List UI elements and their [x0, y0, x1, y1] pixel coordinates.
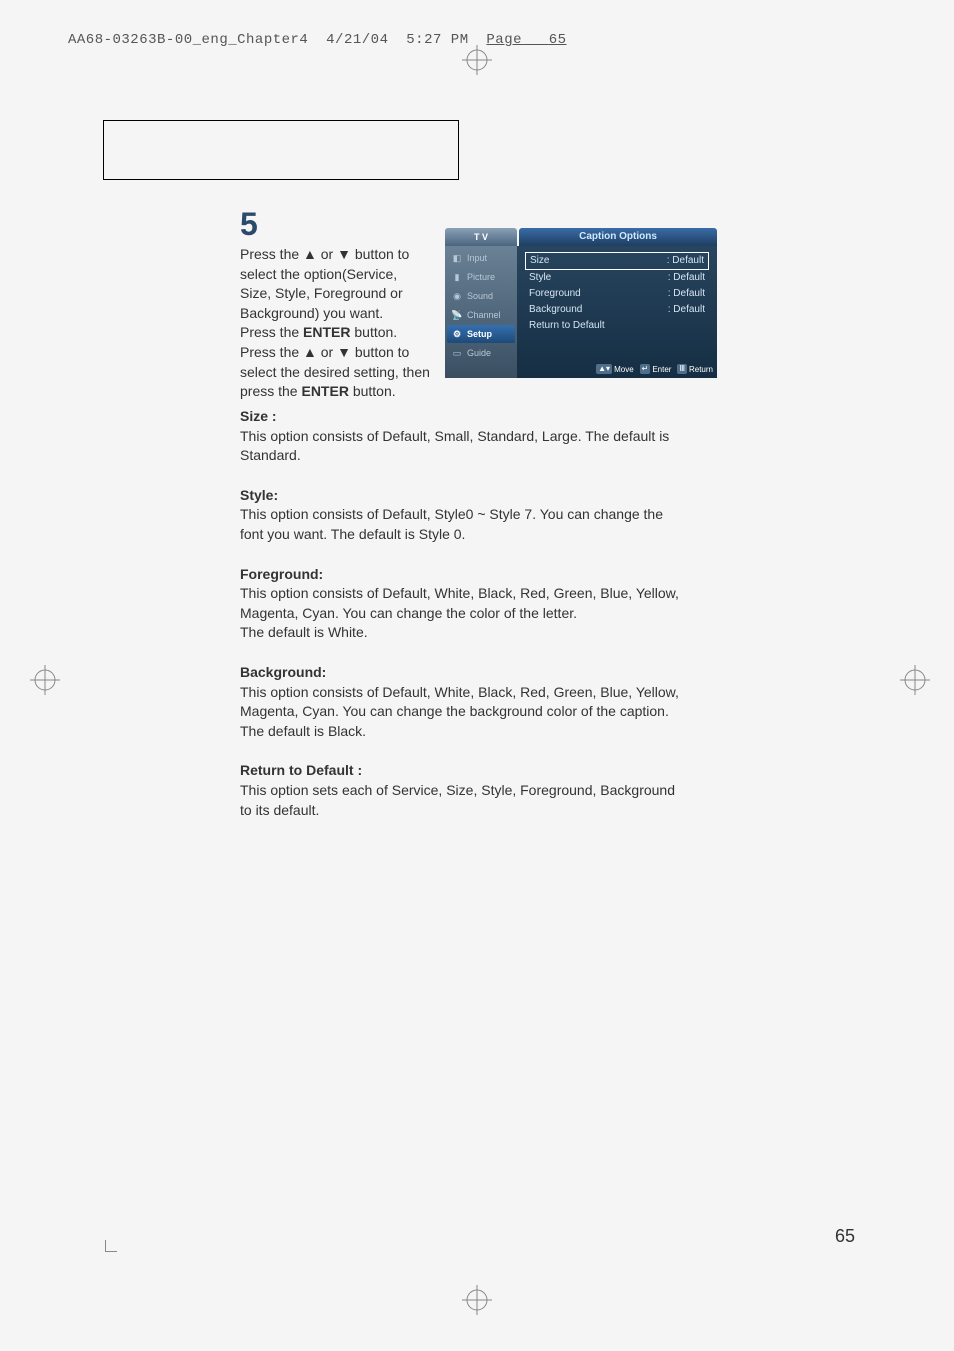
osd-row-label: Style: [529, 271, 551, 285]
definition-body: This option consists of Default, White, …: [240, 585, 679, 640]
registration-mark-icon: [462, 45, 492, 75]
osd-footer: ▲▾ Move ↵ Enter Ⅲ Return: [596, 364, 713, 374]
osd-tab-label: Setup: [467, 329, 492, 339]
input-icon: ◧: [451, 252, 463, 264]
step-line1: Press the ▲ or ▼ button to select the op…: [240, 246, 409, 321]
osd-body: ◧ Input ▮ Picture ◉ Sound 📡 Channel ⚙ Se…: [445, 246, 717, 378]
osd-tab-label: Sound: [467, 291, 493, 301]
osd-row-style[interactable]: Style : Default: [525, 270, 709, 286]
osd-tab-guide[interactable]: ▭ Guide: [447, 344, 515, 362]
definition-body: This option consists of Default, Style0 …: [240, 506, 663, 542]
definition-background: Background: This option consists of Defa…: [240, 663, 680, 741]
osd-row-value: : Default: [668, 271, 705, 285]
definition-title: Return to Default :: [240, 762, 362, 778]
osd-tab-input[interactable]: ◧ Input: [447, 249, 515, 267]
definition-title: Size :: [240, 408, 277, 424]
definitions-section: Size : This option consists of Default, …: [240, 407, 680, 840]
osd-row-size[interactable]: Size : Default: [525, 252, 709, 270]
osd-row-label: Size: [530, 254, 549, 268]
step-line3-post: button.: [349, 383, 396, 399]
definition-size: Size : This option consists of Default, …: [240, 407, 680, 466]
header-page-num: 65: [549, 32, 567, 48]
page-number: 65: [835, 1226, 855, 1247]
osd-tab-label: Channel: [467, 310, 501, 320]
osd-tab-label: Guide: [467, 348, 491, 358]
osd-header: T V Caption Options: [445, 228, 717, 246]
osd-row-return-default[interactable]: Return to Default: [525, 318, 709, 334]
definition-style: Style: This option consists of Default, …: [240, 486, 680, 545]
osd-tab-label: Picture: [467, 272, 495, 282]
osd-sidebar: ◧ Input ▮ Picture ◉ Sound 📡 Channel ⚙ Se…: [445, 246, 517, 378]
osd-footer-enter: ↵ Enter: [640, 364, 672, 374]
osd-footer-return-label: Return: [689, 365, 713, 374]
osd-footer-return: Ⅲ Return: [677, 364, 713, 374]
osd-footer-move: ▲▾ Move: [596, 364, 634, 374]
osd-tab-label: Input: [467, 253, 487, 263]
definition-return-default: Return to Default : This option sets eac…: [240, 761, 680, 820]
osd-tab-setup[interactable]: ⚙ Setup: [447, 325, 515, 343]
osd-main: Size : Default Style : Default Foregroun…: [517, 246, 717, 378]
osd-tab-channel[interactable]: 📡 Channel: [447, 306, 515, 324]
header-time: 5:27 PM: [406, 32, 468, 48]
osd-row-label: Background: [529, 303, 582, 317]
osd-row-value: : Default: [667, 254, 704, 268]
setup-icon: ⚙: [451, 328, 463, 340]
return-icon: Ⅲ: [677, 364, 687, 374]
definition-title: Background:: [240, 664, 326, 680]
osd-row-foreground[interactable]: Foreground : Default: [525, 286, 709, 302]
definition-title: Foreground:: [240, 566, 323, 582]
registration-mark-icon: [900, 665, 930, 695]
header-date: 4/21/04: [326, 32, 388, 48]
guide-icon: ▭: [451, 347, 463, 359]
osd-row-value: : Default: [668, 287, 705, 301]
enter-icon: ↵: [640, 364, 651, 374]
header-box: [103, 120, 459, 180]
definition-foreground: Foreground: This option consists of Defa…: [240, 565, 680, 643]
definition-body: This option consists of Default, Small, …: [240, 428, 669, 464]
definition-body: This option consists of Default, White, …: [240, 684, 679, 739]
osd-row-label: Return to Default: [529, 319, 605, 333]
osd-tv-label: T V: [445, 228, 517, 246]
osd-footer-move-label: Move: [614, 365, 634, 374]
osd-row-value: : Default: [668, 303, 705, 317]
osd-tab-sound[interactable]: ◉ Sound: [447, 287, 515, 305]
step-line2-pre: Press the: [240, 324, 303, 340]
definition-body: This option sets each of Service, Size, …: [240, 782, 675, 818]
definition-title: Style:: [240, 487, 278, 503]
updown-icon: ▲▾: [596, 364, 612, 374]
registration-mark-icon: [30, 665, 60, 695]
step-instructions: Press the ▲ or ▼ button to select the op…: [240, 245, 430, 402]
osd-tab-picture[interactable]: ▮ Picture: [447, 268, 515, 286]
picture-icon: ▮: [451, 271, 463, 283]
step-line3-bold: ENTER: [301, 383, 348, 399]
osd-footer-enter-label: Enter: [652, 365, 671, 374]
sound-icon: ◉: [451, 290, 463, 302]
channel-icon: 📡: [451, 309, 463, 321]
step-line2-post: button.: [350, 324, 397, 340]
osd-row-background[interactable]: Background : Default: [525, 302, 709, 318]
header-filename: AA68-03263B-00_eng_Chapter4: [68, 32, 308, 48]
step-line2-bold: ENTER: [303, 324, 350, 340]
registration-mark-icon: [462, 1285, 492, 1315]
osd-title: Caption Options: [519, 228, 717, 246]
osd-panel: T V Caption Options ◧ Input ▮ Picture ◉ …: [445, 228, 717, 378]
osd-row-label: Foreground: [529, 287, 581, 301]
